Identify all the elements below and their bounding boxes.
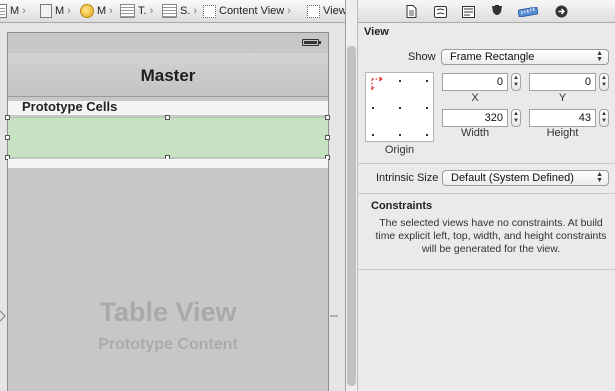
section-header-label: Prototype Cells xyxy=(22,99,118,114)
x-label: X xyxy=(471,92,479,104)
segue-line-icon xyxy=(330,315,338,317)
table-view-placeholder-title: Table View xyxy=(99,297,237,327)
breadcrumb-label: View xyxy=(323,5,345,17)
divider xyxy=(358,163,615,164)
jump-bar: M › M › M › T. › S. › Content View › Vie… xyxy=(0,0,345,23)
origin-label: Origin xyxy=(384,144,415,156)
popup-arrows-icon: ▲ ▼ xyxy=(596,171,603,184)
nav-title: Master xyxy=(140,66,196,85)
breadcrumb-item-table-view-controller[interactable]: T. › xyxy=(120,0,153,22)
battery-icon xyxy=(302,39,321,46)
chevron-right-icon: › xyxy=(149,5,154,17)
table-view-controller-icon xyxy=(120,4,135,18)
segue-arrow-icon xyxy=(0,310,6,322)
storyboard-canvas[interactable]: Master Prototype Cells Table View Protot… xyxy=(0,23,345,391)
section-title: View xyxy=(364,26,389,38)
breadcrumb-item-content-view[interactable]: Content View › xyxy=(203,0,291,22)
height-label: Height xyxy=(546,127,579,139)
resize-handle[interactable] xyxy=(5,135,10,140)
constraints-title: Constraints xyxy=(371,200,433,212)
chevron-right-icon: › xyxy=(287,5,291,17)
scene-icon xyxy=(80,4,94,18)
origin-dot[interactable] xyxy=(372,107,374,109)
resize-handle[interactable] xyxy=(165,115,170,120)
table-view-placeholder-subtitle: Prototype Content xyxy=(98,336,238,353)
scroll-thumb[interactable] xyxy=(347,46,356,386)
breadcrumb-item-scene[interactable]: M › xyxy=(80,0,113,22)
file-icon xyxy=(0,4,7,18)
connections-inspector-icon[interactable] xyxy=(553,4,569,19)
chevron-right-icon: › xyxy=(67,5,71,17)
breadcrumb-label: S. xyxy=(180,5,191,17)
constraints-description: The selected views have no constraints. … xyxy=(375,217,607,255)
master-scene[interactable]: Master Prototype Cells Table View Protot… xyxy=(5,32,330,391)
status-bar xyxy=(8,33,328,53)
y-stepper[interactable]: ▲ ▼ xyxy=(599,73,609,91)
breadcrumb-item-table-view[interactable]: S. › xyxy=(162,0,197,22)
resize-handle[interactable] xyxy=(325,135,330,140)
origin-dot[interactable] xyxy=(399,107,401,109)
divider xyxy=(358,193,615,194)
breadcrumb-item-view[interactable]: View xyxy=(307,0,345,22)
breadcrumb-label: Content View xyxy=(219,5,285,17)
table-view-icon xyxy=(162,4,177,18)
origin-dot[interactable] xyxy=(426,80,428,82)
origin-dot[interactable] xyxy=(426,134,428,136)
quick-help-icon[interactable] xyxy=(432,4,448,19)
resize-handle[interactable] xyxy=(325,115,330,120)
breadcrumb-label: M xyxy=(55,5,65,17)
view-icon xyxy=(203,4,216,18)
size-inspector: View Show Frame Rectangle ▲ ▼ Origin 0 ▲ ▼… xyxy=(358,0,615,391)
cell-separator-space xyxy=(8,159,328,168)
resize-handle[interactable] xyxy=(5,115,10,120)
prototype-cell[interactable] xyxy=(5,115,330,160)
intrinsic-size-value: Default (System Defined) xyxy=(451,172,574,184)
breadcrumb-item-file[interactable]: M › xyxy=(0,0,26,22)
origin-dot[interactable] xyxy=(426,107,428,109)
inspector-tab-bar xyxy=(358,0,615,23)
size-inspector-icon[interactable] xyxy=(518,4,538,19)
chevron-right-icon: › xyxy=(22,5,26,17)
intrinsic-size-label: Intrinsic Size xyxy=(376,172,439,184)
view-icon xyxy=(307,4,320,18)
y-field[interactable]: 0 xyxy=(529,73,596,91)
width-field[interactable]: 320 xyxy=(442,109,508,127)
breadcrumb-item-storyboard[interactable]: M › xyxy=(40,0,71,22)
width-stepper[interactable]: ▲ ▼ xyxy=(511,109,521,127)
breadcrumb-label: M xyxy=(10,5,20,17)
divider xyxy=(358,269,615,270)
show-popup[interactable]: Frame Rectangle ▲ ▼ xyxy=(441,49,609,65)
height-stepper[interactable]: ▲ ▼ xyxy=(599,109,609,127)
origin-dot[interactable] xyxy=(399,134,401,136)
height-field[interactable]: 43 xyxy=(529,109,596,127)
popup-arrows-icon: ▲ ▼ xyxy=(596,50,603,63)
show-popup-value: Frame Rectangle xyxy=(450,51,535,63)
chevron-right-icon: › xyxy=(193,5,198,17)
y-label: Y xyxy=(558,92,567,104)
x-stepper[interactable]: ▲ ▼ xyxy=(511,73,521,91)
breadcrumb-label: M xyxy=(97,5,107,17)
intrinsic-size-popup[interactable]: Default (System Defined) ▲ ▼ xyxy=(442,170,609,186)
navigation-bar[interactable]: Master xyxy=(8,53,328,97)
x-field[interactable]: 0 xyxy=(442,73,508,91)
origin-anchor-icon xyxy=(371,77,383,90)
breadcrumb-label: T. xyxy=(138,5,147,17)
attributes-inspector-icon[interactable] xyxy=(489,4,505,19)
identity-inspector-icon[interactable] xyxy=(460,4,476,19)
show-label: Show xyxy=(408,51,436,63)
storyboard-file-icon xyxy=(40,4,52,18)
chevron-right-icon: › xyxy=(109,5,113,17)
width-label: Width xyxy=(460,127,490,139)
inspector-scrollbar[interactable] xyxy=(345,0,358,391)
file-inspector-icon[interactable] xyxy=(403,4,419,19)
origin-dot[interactable] xyxy=(372,134,374,136)
storyboard-editor: M › M › M › T. › S. › Content View › Vie… xyxy=(0,0,345,391)
origin-dot[interactable] xyxy=(399,80,401,82)
origin-selector[interactable] xyxy=(365,72,434,142)
